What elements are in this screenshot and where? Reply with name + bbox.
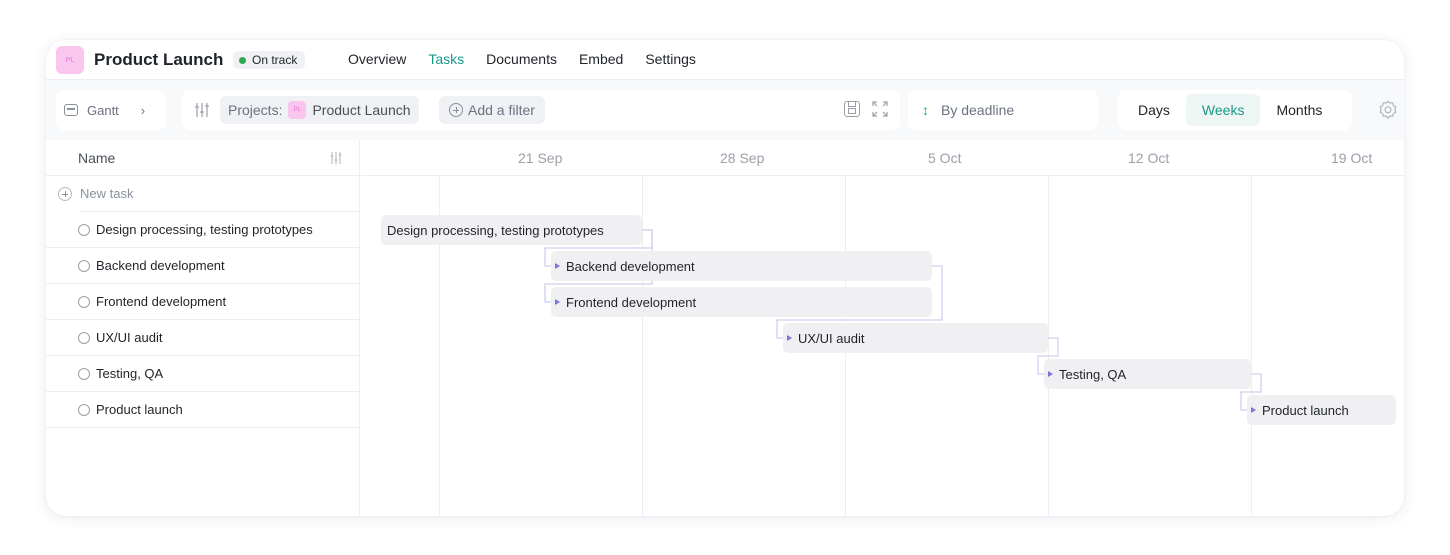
scale-months[interactable]: Months <box>1260 94 1338 126</box>
week-label: 5 Oct <box>928 150 962 166</box>
gantt-bar[interactable]: Testing, QA <box>1044 359 1251 389</box>
time-scale-switcher: Days Weeks Months <box>1118 90 1352 130</box>
bar-label: Testing, QA <box>1059 366 1127 382</box>
gantt-icon <box>64 104 78 116</box>
task-row[interactable]: Frontend development <box>46 284 360 320</box>
grid-line <box>1251 176 1252 516</box>
gantt-window: PL Product Launch On track Overview Task… <box>46 40 1404 516</box>
gear-icon[interactable] <box>1377 99 1399 121</box>
projects-filter-chip[interactable]: Projects: PL Product Launch <box>220 96 419 124</box>
gantt-bar[interactable]: Product launch <box>1247 395 1396 425</box>
task-checkbox[interactable] <box>78 368 90 380</box>
task-name: Testing, QA <box>96 366 164 381</box>
add-filter-button[interactable]: Add a filter <box>439 96 545 124</box>
save-icon[interactable] <box>844 101 860 117</box>
status-badge[interactable]: On track <box>233 51 306 69</box>
grid-line <box>642 176 643 516</box>
project-header: PL Product Launch On track Overview Task… <box>46 40 1404 80</box>
week-label: 12 Oct <box>1128 150 1170 166</box>
filter-sliders-icon[interactable] <box>194 102 210 118</box>
grid-line <box>1048 176 1049 516</box>
column-name-header[interactable]: Name <box>78 150 115 166</box>
task-list-panel: Name New task Design processing, testing… <box>46 140 360 516</box>
week-label: 19 Oct <box>1331 150 1373 166</box>
add-filter-label: Add a filter <box>468 102 535 118</box>
chevron-right-icon: › <box>140 102 146 118</box>
project-mini-avatar: PL <box>288 101 307 119</box>
bar-label: Design processing, testing prototypes <box>387 222 604 238</box>
tab-overview[interactable]: Overview <box>348 51 406 67</box>
task-row[interactable]: Testing, QA <box>46 356 360 392</box>
dependency-arrow-icon <box>555 299 560 305</box>
new-task-row[interactable]: New task <box>46 176 360 212</box>
project-avatar[interactable]: PL <box>56 46 84 74</box>
dependency-arrow-icon <box>555 263 560 269</box>
sort-arrow-icon: ↕ <box>922 102 929 118</box>
bar-label: Frontend development <box>566 294 697 310</box>
filter-bar: Projects: PL Product Launch Add a filter <box>182 90 900 130</box>
scale-weeks[interactable]: Weeks <box>1185 94 1261 126</box>
project-title[interactable]: Product Launch <box>94 50 223 70</box>
dependency-arrow-icon <box>787 335 792 341</box>
status-label: On track <box>252 53 298 67</box>
plus-circle-icon <box>449 103 463 117</box>
week-label: 21 Sep <box>518 150 563 166</box>
task-checkbox[interactable] <box>78 224 90 236</box>
new-task-label: New task <box>80 186 134 201</box>
expand-icon[interactable] <box>872 101 888 117</box>
sort-label: By deadline <box>941 102 1015 118</box>
column-filter-icon[interactable] <box>329 151 343 165</box>
task-row[interactable]: Design processing, testing prototypes <box>46 212 360 248</box>
tab-embed[interactable]: Embed <box>579 51 623 67</box>
scale-days[interactable]: Days <box>1122 94 1186 126</box>
tab-documents[interactable]: Documents <box>486 51 557 67</box>
task-row[interactable]: Backend development <box>46 248 360 284</box>
task-list-header: Name <box>46 140 360 176</box>
tab-tasks[interactable]: Tasks <box>428 51 464 67</box>
gantt-bar[interactable]: Design processing, testing prototypes <box>381 215 642 245</box>
toolbar: Gantt › Projects: PL Product Launch Add … <box>46 80 1404 140</box>
task-row[interactable]: Product launch <box>46 392 360 428</box>
task-checkbox[interactable] <box>78 296 90 308</box>
bar-label: UX/UI audit <box>798 330 865 346</box>
view-switcher[interactable]: Gantt › <box>56 90 166 130</box>
dependency-arrow-icon <box>1048 371 1053 377</box>
projects-filter-label: Projects: <box>228 102 283 118</box>
view-label: Gantt <box>87 102 119 118</box>
task-name: Backend development <box>96 258 225 273</box>
sort-selector[interactable]: ↕ By deadline <box>908 90 1098 130</box>
project-nav: Overview Tasks Documents Embed Settings <box>348 51 718 67</box>
dependency-arrow-icon <box>1251 407 1256 413</box>
task-name: Product launch <box>96 402 183 417</box>
gantt-bar[interactable]: UX/UI audit <box>783 323 1048 353</box>
status-dot-icon <box>239 56 246 64</box>
task-name: Frontend development <box>96 294 227 309</box>
task-row[interactable]: UX/UI audit <box>46 320 360 356</box>
task-checkbox[interactable] <box>78 260 90 272</box>
new-task-plus-icon <box>58 187 72 201</box>
task-name: UX/UI audit <box>96 330 163 345</box>
bar-label: Product launch <box>1262 402 1349 418</box>
gantt-timeline: 21 Sep 28 Sep 5 Oct 12 Oct 19 Oct Design… <box>361 140 1404 516</box>
projects-filter-value: Product Launch <box>312 102 411 118</box>
task-name: Design processing, testing prototypes <box>96 222 313 237</box>
tab-settings[interactable]: Settings <box>645 51 696 67</box>
timeline-header: 21 Sep 28 Sep 5 Oct 12 Oct 19 Oct <box>361 140 1404 176</box>
task-checkbox[interactable] <box>78 332 90 344</box>
week-label: 28 Sep <box>720 150 765 166</box>
task-checkbox[interactable] <box>78 404 90 416</box>
bar-label: Backend development <box>566 258 695 274</box>
gantt-bar[interactable]: Frontend development <box>551 287 932 317</box>
gantt-bar[interactable]: Backend development <box>551 251 932 281</box>
